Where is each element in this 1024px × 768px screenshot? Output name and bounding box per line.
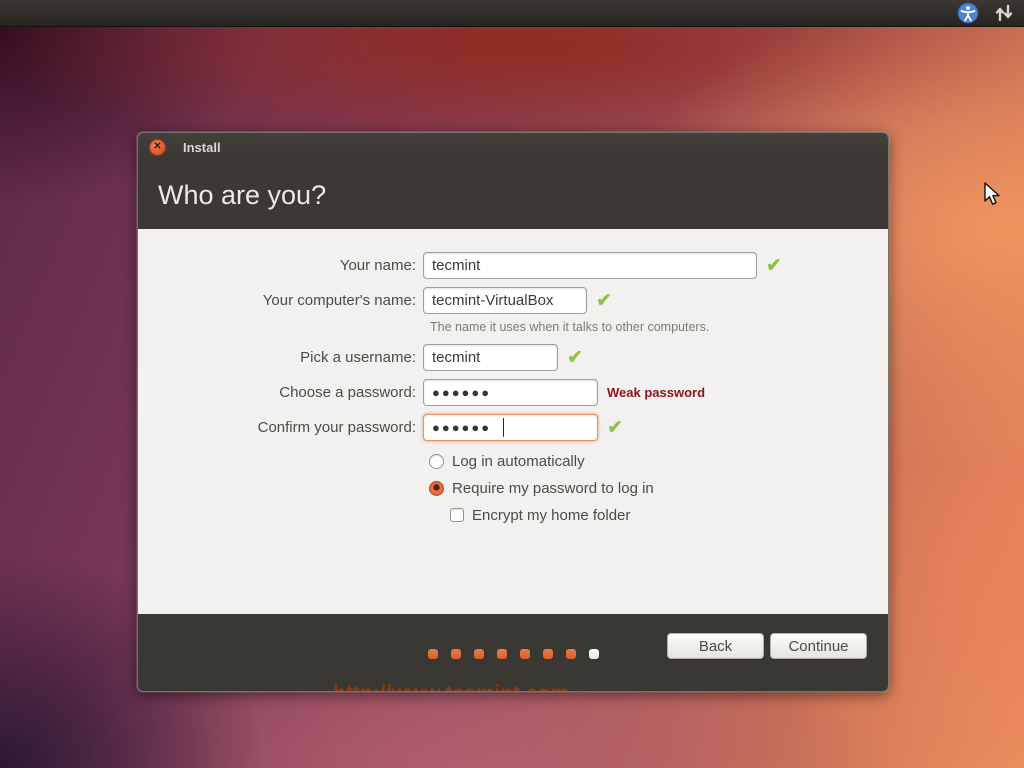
username-input[interactable] bbox=[423, 344, 558, 371]
radio-unselected-icon[interactable] bbox=[429, 453, 444, 469]
computer-name-input[interactable] bbox=[423, 287, 587, 314]
computer-name-label: Your computer's name: bbox=[262, 292, 416, 309]
page-title: Who are you? bbox=[158, 179, 327, 210]
password-label: Choose a password: bbox=[279, 384, 416, 401]
auto-login-label: Log in automatically bbox=[452, 452, 585, 470]
valid-check-icon: ✔ bbox=[596, 290, 612, 311]
back-button[interactable]: Back bbox=[667, 633, 764, 659]
computer-name-helper-row: The name it uses when it talks to other … bbox=[138, 318, 888, 336]
page-header: Who are you? bbox=[138, 161, 888, 229]
valid-check-icon: ✔ bbox=[766, 255, 782, 276]
name-input[interactable] bbox=[423, 252, 757, 279]
progress-dot bbox=[565, 648, 576, 659]
encrypt-home-option[interactable]: Encrypt my home folder bbox=[450, 506, 888, 524]
continue-button[interactable]: Continue bbox=[770, 633, 867, 659]
mouse-cursor-icon bbox=[984, 182, 1002, 213]
progress-dot bbox=[542, 648, 553, 659]
close-icon[interactable]: ✕ bbox=[149, 138, 166, 156]
encrypt-home-label: Encrypt my home folder bbox=[472, 506, 631, 524]
name-label: Your name: bbox=[339, 257, 416, 274]
text-caret bbox=[503, 418, 504, 437]
valid-check-icon: ✔ bbox=[607, 417, 623, 438]
computer-name-helper: The name it uses when it talks to other … bbox=[430, 320, 710, 334]
confirm-password-input[interactable] bbox=[423, 414, 598, 441]
require-password-label: Require my password to log in bbox=[452, 479, 654, 497]
confirm-password-label: Confirm your password: bbox=[257, 419, 416, 436]
confirm-password-row: Confirm your password: ✔ bbox=[138, 414, 888, 441]
progress-dot bbox=[588, 648, 599, 659]
require-password-option[interactable]: Require my password to log in bbox=[429, 479, 888, 497]
top-panel bbox=[0, 0, 1024, 27]
form-area: Your name: ✔ Your computer's name: ✔ The… bbox=[138, 229, 888, 691]
window-titlebar[interactable]: ✕ Install bbox=[138, 133, 888, 161]
progress-dot bbox=[427, 648, 438, 659]
progress-dot bbox=[519, 648, 530, 659]
progress-dot bbox=[450, 648, 461, 659]
window-title: Install bbox=[183, 139, 221, 155]
checkbox-unchecked-icon[interactable] bbox=[450, 508, 464, 522]
accessibility-icon[interactable] bbox=[956, 2, 980, 24]
watermark-url: http://www.tecmint.com bbox=[333, 682, 569, 691]
name-row: Your name: ✔ bbox=[138, 252, 888, 279]
install-window: ✕ Install Who are you? Your name: ✔ Your… bbox=[137, 132, 889, 692]
radio-selected-icon[interactable] bbox=[429, 480, 444, 496]
username-label: Pick a username: bbox=[300, 349, 416, 366]
auto-login-option[interactable]: Log in automatically bbox=[429, 452, 888, 470]
computer-name-row: Your computer's name: ✔ bbox=[138, 287, 888, 314]
password-strength-status: Weak password bbox=[607, 385, 706, 400]
progress-dot bbox=[473, 648, 484, 659]
password-input[interactable] bbox=[423, 379, 598, 406]
username-row: Pick a username: ✔ bbox=[138, 344, 888, 371]
valid-check-icon: ✔ bbox=[567, 347, 583, 368]
progress-dot bbox=[496, 648, 507, 659]
up-down-arrows-icon[interactable] bbox=[992, 2, 1016, 24]
password-row: Choose a password: Weak password bbox=[138, 379, 888, 406]
